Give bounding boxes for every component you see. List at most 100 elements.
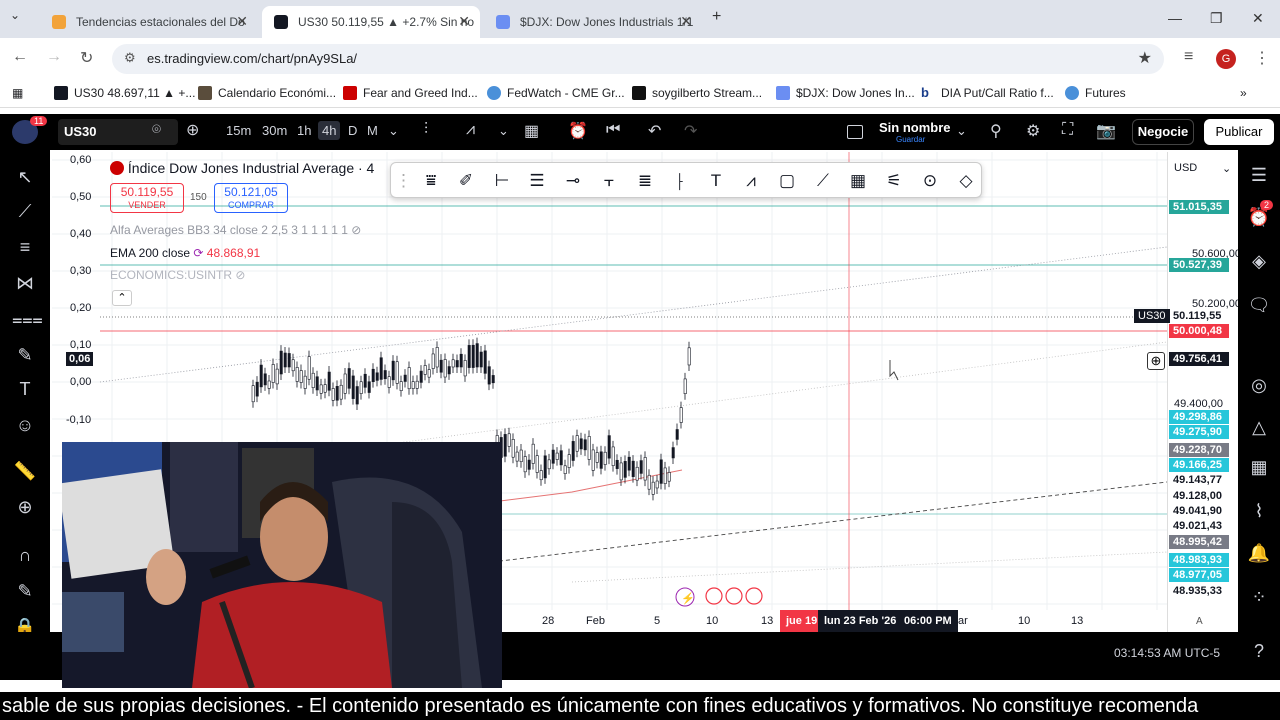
clock[interactable]: 03:14:53 AM UTC-5 bbox=[1114, 646, 1220, 660]
bookmark-item[interactable]: Calendario Económi... bbox=[198, 86, 336, 100]
layout-save[interactable]: Guardar bbox=[896, 135, 925, 144]
rectangle-icon[interactable]: ▢ bbox=[775, 169, 799, 193]
layout-grid-icon[interactable]: ▦ bbox=[524, 121, 539, 141]
url-field[interactable]: ⚙ es.tradingview.com/chart/pnAy9SLa/ ★ bbox=[112, 44, 1164, 74]
horizontal-ray-icon[interactable]: ⊸ bbox=[561, 169, 585, 193]
compare-icon[interactable]: ⌾ bbox=[152, 121, 161, 138]
add-alert-icon[interactable]: ⊕ bbox=[1147, 352, 1165, 370]
apps-grid-icon[interactable]: ▦ bbox=[12, 86, 23, 100]
currency-label[interactable]: USD bbox=[1174, 162, 1197, 174]
pattern-icon[interactable]: ⋈ bbox=[12, 270, 38, 296]
price-range-icon[interactable]: ⫟ bbox=[597, 169, 621, 193]
indicator-economics[interactable]: ECONOMICS:USINTR ⊘ bbox=[110, 268, 245, 282]
cursor-icon[interactable]: ↖ bbox=[12, 164, 38, 190]
chevron-down-icon[interactable]: ⌄ bbox=[956, 123, 967, 139]
menu-kebab-icon[interactable]: ⋮ bbox=[1254, 48, 1270, 68]
restore-icon[interactable]: ❐ bbox=[1210, 10, 1223, 27]
indicator-ema[interactable]: EMA 200 close ⟳ 48.868,91 bbox=[110, 246, 260, 260]
close-icon[interactable]: ✕ bbox=[680, 13, 692, 30]
trade-button[interactable]: Negocie bbox=[1132, 119, 1194, 145]
vertical-line-icon[interactable]: ⸠ bbox=[669, 169, 693, 193]
calendar-icon[interactable]: ▦ bbox=[1246, 454, 1272, 480]
target-icon[interactable]: ◎ bbox=[1246, 372, 1272, 398]
browser-tab-3[interactable]: $DJX: Dow Jones Industrials 1/1 ✕ bbox=[484, 6, 702, 38]
site-info-icon[interactable]: ⚙ bbox=[124, 50, 136, 66]
alert-icon[interactable]: ⏰ bbox=[568, 121, 588, 141]
add-symbol-icon[interactable]: ⊕ bbox=[186, 120, 199, 140]
collapse-legend-icon[interactable]: ⌃ bbox=[112, 290, 132, 306]
chat-icon[interactable]: 🗨 bbox=[1246, 292, 1272, 318]
ruler-icon[interactable]: 📏 bbox=[12, 458, 38, 484]
settings-icon[interactable]: ⚙ bbox=[1026, 121, 1040, 141]
back-icon[interactable]: ← bbox=[12, 48, 28, 66]
interval-30m[interactable]: 30m bbox=[262, 123, 287, 138]
camera-icon[interactable]: 📷 bbox=[1096, 121, 1116, 141]
sell-button[interactable]: 50.119,55 VENDER bbox=[110, 183, 184, 213]
more-bookmarks-icon[interactable]: » bbox=[1240, 86, 1247, 100]
emoji-icon[interactable]: ☺ bbox=[12, 412, 38, 438]
publish-button[interactable]: Publicar bbox=[1204, 119, 1274, 145]
close-icon[interactable]: ✕ bbox=[458, 13, 470, 30]
ideas-icon[interactable]: △ bbox=[1246, 414, 1272, 440]
redo-icon[interactable]: ↷ bbox=[684, 121, 697, 141]
chevron-down-icon[interactable]: ⌄ bbox=[388, 123, 399, 139]
close-window-icon[interactable]: ✕ bbox=[1252, 10, 1264, 27]
candles-icon[interactable]: ⫶ bbox=[424, 121, 428, 139]
reload-icon[interactable]: ↻ bbox=[80, 48, 93, 68]
trend-line-icon[interactable]: ⟋ bbox=[12, 198, 38, 224]
zoom-icon[interactable]: ⊕ bbox=[12, 494, 38, 520]
fib-icon[interactable]: ≡ bbox=[12, 234, 38, 260]
indicator-alfa[interactable]: Alfa Averages BB3 34 close 2 2,5 3 1 1 1… bbox=[110, 223, 361, 237]
hidden-eye-icon[interactable]: ⊘ bbox=[235, 268, 245, 282]
undo-icon[interactable]: ↶ bbox=[648, 121, 661, 141]
pencil-icon[interactable]: ✐ bbox=[454, 169, 478, 193]
circle-icon[interactable]: ⊙ bbox=[918, 169, 942, 193]
layout-name[interactable]: Sin nombre bbox=[879, 120, 951, 135]
close-icon[interactable]: ✕ bbox=[236, 13, 248, 30]
tab-search-icon[interactable]: ⌄ bbox=[10, 8, 20, 22]
interval-m[interactable]: M bbox=[367, 123, 378, 138]
minimize-icon[interactable]: — bbox=[1168, 10, 1182, 26]
drag-handle-icon[interactable]: ⋮ bbox=[395, 169, 412, 193]
forward-icon[interactable]: → bbox=[46, 48, 62, 66]
layout-checkbox-icon[interactable] bbox=[847, 125, 863, 139]
bookmark-item[interactable]: Fear and Greed Ind... bbox=[343, 86, 478, 100]
bookmark-item[interactable]: US30 48.697,11 ▲ +... bbox=[54, 86, 195, 100]
projection-icon[interactable]: ⩶ bbox=[12, 306, 43, 332]
feed-icon[interactable]: ⌇ bbox=[1246, 498, 1272, 524]
apps-icon[interactable]: ⁘ bbox=[1246, 584, 1272, 610]
bookmark-item[interactable]: b DIA Put/Call Ratio f... bbox=[921, 86, 1054, 100]
interval-d[interactable]: D bbox=[348, 123, 357, 138]
fullscreen-icon[interactable]: ⛶ bbox=[1062, 121, 1073, 139]
quick-search-icon[interactable]: ⚲ bbox=[990, 121, 1002, 141]
bookmark-star-icon[interactable]: ★ bbox=[1138, 48, 1152, 68]
line-icon[interactable]: ⟋ bbox=[811, 169, 835, 193]
watchlist-icon[interactable]: ☰ bbox=[1246, 162, 1272, 188]
text-tool-icon[interactable]: T bbox=[704, 169, 728, 193]
bell-icon[interactable]: 🔔 bbox=[1246, 540, 1272, 566]
new-tab-icon[interactable]: + bbox=[712, 8, 721, 26]
text-icon[interactable]: T bbox=[12, 376, 38, 402]
indicators-icon[interactable]: ⩘ bbox=[466, 121, 475, 139]
horizontal-span-icon[interactable]: ⊢ bbox=[490, 169, 514, 193]
fib-levels-icon[interactable]: ≣ bbox=[633, 169, 657, 193]
brush-icon[interactable]: ✎ bbox=[12, 342, 38, 368]
legend-title[interactable]: Índice Dow Jones Industrial Average · 4 bbox=[110, 160, 374, 176]
bookmark-item[interactable]: Futures bbox=[1065, 86, 1126, 100]
lock-drawing-icon[interactable]: ✎ bbox=[12, 578, 38, 604]
polygon-icon[interactable]: ◇ bbox=[954, 169, 978, 193]
brush-tool-icon[interactable]: ⚟ bbox=[882, 169, 906, 193]
layers-icon[interactable]: ◈ bbox=[1246, 248, 1272, 274]
buy-button[interactable]: 50.121,05 COMPRAR bbox=[214, 183, 288, 213]
zigzag-icon[interactable]: ⩘ bbox=[739, 169, 763, 193]
replay-icon[interactable]: ⏮ bbox=[606, 121, 620, 139]
chevron-down-icon[interactable]: ⌄ bbox=[1222, 162, 1231, 175]
bookmark-item[interactable]: soygilberto Stream... bbox=[632, 86, 762, 100]
parallel-channel-icon[interactable]: ☰ bbox=[525, 169, 549, 193]
browser-tab-2[interactable]: US30 50.119,55 ▲ +2.7% Sin no ✕ bbox=[262, 6, 480, 38]
grid-icon[interactable]: ▦ bbox=[846, 169, 870, 193]
interval-1h[interactable]: 1h bbox=[297, 123, 311, 138]
profile-avatar[interactable]: G bbox=[1216, 49, 1236, 69]
browser-tab-1[interactable]: Tendencias estacionales del Do ✕ bbox=[40, 6, 258, 38]
auto-scale-toggle[interactable]: A bbox=[1196, 616, 1203, 627]
